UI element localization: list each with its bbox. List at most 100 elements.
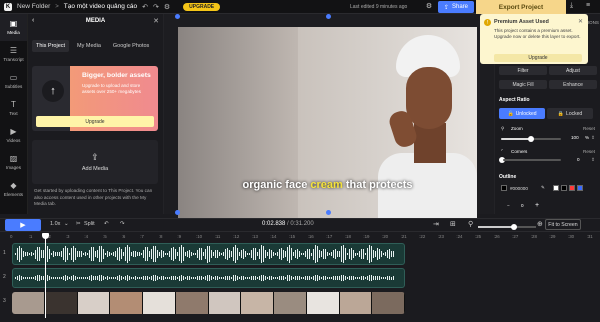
promo-description: Upgrade to upload and store assets over … bbox=[82, 83, 141, 94]
eyedropper-icon[interactable]: ✎ bbox=[541, 185, 545, 191]
zoom-reset[interactable]: Reset bbox=[583, 126, 595, 131]
nav-videos[interactable]: ▶ Videos bbox=[0, 122, 27, 149]
corners-reset[interactable]: Reset bbox=[583, 149, 595, 154]
timeline-zoom-fill bbox=[478, 226, 514, 228]
timeline-zoom-knob[interactable] bbox=[511, 224, 517, 230]
plus-icon[interactable]: + bbox=[535, 202, 539, 209]
video-track-clip[interactable] bbox=[12, 292, 405, 314]
resize-handle[interactable] bbox=[326, 14, 331, 19]
share-button[interactable]: ⇪ Share bbox=[438, 1, 474, 13]
resize-handle[interactable] bbox=[326, 210, 331, 215]
video-preview[interactable]: organic face cream that protects bbox=[178, 27, 477, 218]
tab-my-media[interactable]: My Media bbox=[73, 40, 105, 52]
last-edited-status: Last edited 9 minutes ago bbox=[350, 4, 408, 10]
track-number: 2 bbox=[3, 274, 6, 280]
fit-to-screen-button[interactable]: Fit to Screen bbox=[545, 219, 581, 230]
ruler-tick: :17 bbox=[326, 234, 333, 239]
chevron-left-icon[interactable]: ‹ bbox=[32, 17, 34, 24]
subtitles-icon: ▭ bbox=[9, 73, 18, 82]
media-hint-text: Get started by uploading content to This… bbox=[34, 188, 153, 206]
nav-images[interactable]: ▨ Images bbox=[0, 149, 27, 176]
download-icon[interactable]: ⤓ bbox=[570, 2, 573, 10]
video-thumbnail bbox=[175, 292, 209, 314]
resize-handle[interactable] bbox=[175, 210, 180, 215]
settings-icon[interactable]: ⚙ bbox=[164, 3, 170, 11]
nav-transcript[interactable]: ☰ Transcript bbox=[0, 41, 27, 68]
nav-subtitles[interactable]: ▭ Subtitles bbox=[0, 68, 27, 95]
project-name[interactable]: Tạo một video quảng cáo bbox=[64, 3, 137, 10]
playhead[interactable] bbox=[45, 233, 46, 318]
filter-button[interactable]: Filter bbox=[499, 66, 547, 75]
nav-text[interactable]: T Text bbox=[0, 95, 27, 122]
video-thumbnail bbox=[274, 292, 307, 314]
zoom-out-icon[interactable]: ⚲ bbox=[468, 220, 473, 228]
menu-icon[interactable]: ≡ bbox=[586, 2, 590, 9]
magic-fill-button[interactable]: Magic Fill bbox=[499, 80, 547, 89]
upgrade-button[interactable]: UPGRADE bbox=[183, 2, 221, 11]
nav-label: Images bbox=[5, 165, 22, 170]
adjust-button[interactable]: Adjust bbox=[549, 66, 597, 75]
ruler-tick: :4 bbox=[84, 234, 89, 239]
close-icon[interactable]: ✕ bbox=[153, 17, 159, 25]
minus-icon[interactable]: − bbox=[507, 203, 510, 208]
swatch-white[interactable] bbox=[553, 185, 559, 191]
tab-this-project[interactable]: This Project bbox=[32, 40, 70, 52]
popup-upgrade-button[interactable]: Upgrade bbox=[494, 54, 582, 62]
outline-color-value[interactable]: #000000 bbox=[510, 186, 528, 191]
export-project-button[interactable]: Export Project bbox=[476, 0, 566, 14]
ruler-tick: :24 bbox=[456, 234, 463, 239]
video-thumbnail bbox=[339, 292, 373, 314]
locked-toggle[interactable]: 🔒 Locked bbox=[547, 108, 593, 119]
locked-label: Locked bbox=[566, 110, 583, 117]
nav-media[interactable]: ▣ Media bbox=[0, 14, 27, 41]
promo-title: Bigger, bolder assets bbox=[82, 72, 151, 79]
corners-slider[interactable] bbox=[503, 159, 561, 161]
zoom-value[interactable]: 100 bbox=[571, 135, 579, 140]
corners-stepper-icon[interactable]: ⇕ bbox=[591, 157, 595, 163]
play-button[interactable]: ▶ bbox=[5, 219, 41, 231]
zoom-in-icon[interactable]: ⊕ bbox=[537, 220, 543, 228]
undo-icon[interactable]: ↶ bbox=[142, 3, 148, 11]
corners-value[interactable]: 0 bbox=[577, 157, 580, 162]
audio-track-clip[interactable] bbox=[12, 243, 405, 265]
tab-google-photos[interactable]: Google Photos bbox=[109, 40, 153, 52]
app-logo-icon[interactable]: K bbox=[4, 2, 12, 11]
timeline-ruler[interactable]: 0:1:2:3:4:5:6:7:8:9:10:11:12:13:14:15:16… bbox=[10, 233, 600, 241]
media-panel-title: MEDIA bbox=[85, 18, 106, 24]
ruler-tick: :5 bbox=[103, 234, 107, 239]
nav-elements[interactable]: ◆ Elements bbox=[0, 176, 27, 203]
swatch-black[interactable] bbox=[561, 185, 567, 191]
snap-icon[interactable]: ⊞ bbox=[450, 220, 456, 228]
enhance-button[interactable]: Enhance bbox=[549, 80, 597, 89]
undo-icon[interactable]: ↶ bbox=[104, 221, 109, 227]
unlocked-toggle[interactable]: 🔓 Unlocked bbox=[499, 108, 545, 119]
swatch-blue[interactable] bbox=[577, 185, 583, 191]
promo-upgrade-button[interactable]: Upgrade bbox=[36, 116, 154, 127]
zoom-stepper-icon[interactable]: ⇕ bbox=[591, 135, 595, 141]
gear-icon[interactable]: ⚙ bbox=[424, 2, 434, 12]
caption-text-before: organic face bbox=[242, 179, 311, 191]
breadcrumb-folder[interactable]: New Folder bbox=[17, 3, 50, 10]
resize-handle[interactable] bbox=[175, 14, 180, 19]
ruler-tick: :12 bbox=[233, 234, 240, 239]
split-button[interactable]: Split bbox=[84, 221, 95, 227]
ruler-tick: :31 bbox=[586, 234, 593, 239]
redo-icon[interactable]: ↷ bbox=[153, 3, 159, 11]
outline-width-value[interactable]: 0 bbox=[521, 203, 524, 208]
speed-select[interactable]: 1.0x bbox=[50, 221, 60, 227]
zoom-slider-knob[interactable] bbox=[528, 136, 534, 142]
audio-track-clip[interactable] bbox=[12, 268, 405, 288]
swatch-red[interactable] bbox=[569, 185, 575, 191]
transcript-icon: ☰ bbox=[9, 46, 18, 55]
video-thumbnail bbox=[44, 292, 78, 314]
chevron-down-icon[interactable]: ⌄ bbox=[64, 221, 69, 227]
add-track-icon[interactable]: ⇥ bbox=[433, 220, 439, 228]
video-caption[interactable]: organic face cream that protects bbox=[178, 179, 477, 191]
redo-icon[interactable]: ↷ bbox=[120, 221, 125, 227]
timeline-zoom-slider[interactable] bbox=[478, 226, 536, 228]
upload-icon: ⇪ bbox=[91, 152, 99, 162]
add-media-button[interactable]: ⇪ Add Media bbox=[32, 140, 158, 184]
popup-close-icon[interactable]: ✕ bbox=[578, 18, 583, 25]
outline-color-swatch[interactable] bbox=[501, 185, 507, 191]
nav-label: Elements bbox=[3, 192, 24, 197]
